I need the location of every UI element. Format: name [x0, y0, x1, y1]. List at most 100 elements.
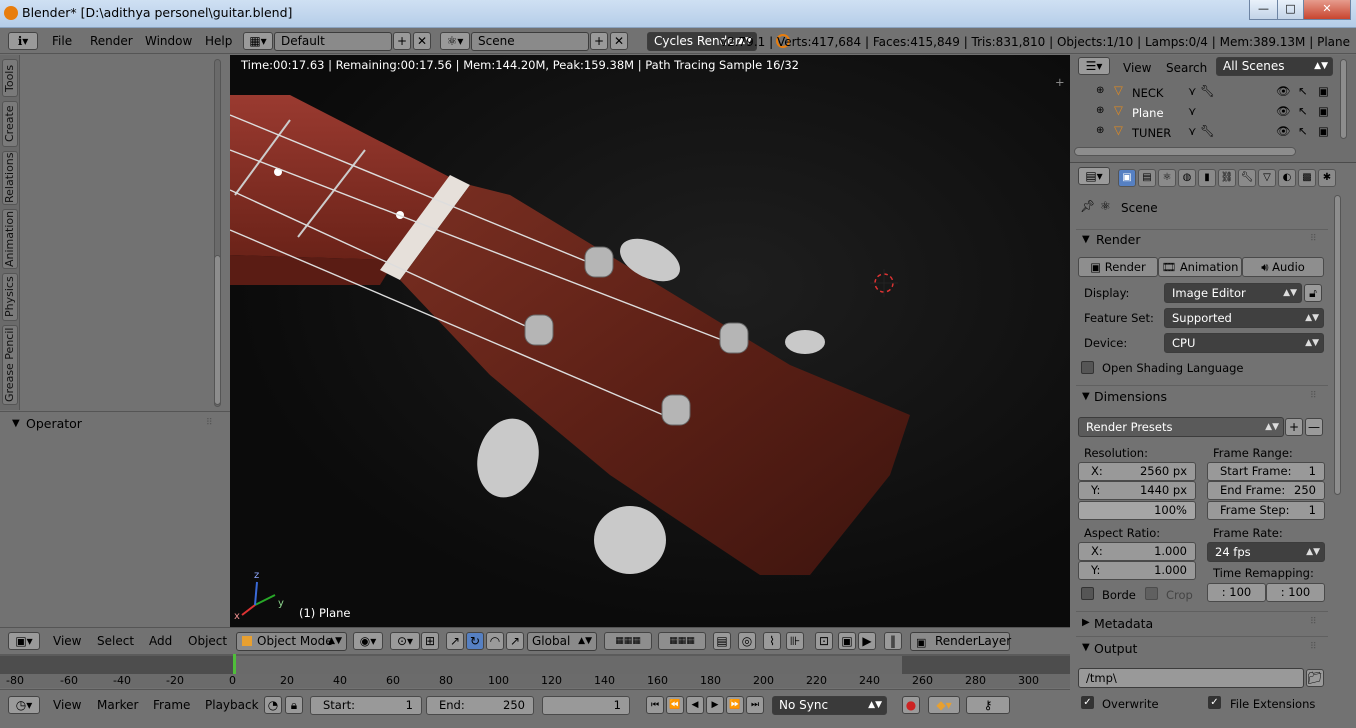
overwrite-checkbox[interactable]: ✓ [1081, 696, 1094, 709]
material-tab-icon[interactable]: ◐ [1278, 169, 1296, 187]
remove-layout-icon[interactable]: ✕ [413, 32, 431, 50]
preview-range-icon[interactable]: ◔ [264, 696, 282, 714]
render-section-header[interactable]: ▼ Render ⠿ [1076, 229, 1328, 253]
resolution-percent-field[interactable]: 100% [1078, 501, 1196, 520]
tab-create[interactable]: Create [2, 101, 18, 147]
crop-checkbox[interactable] [1145, 587, 1158, 600]
operator-panel-title[interactable]: Operator [26, 416, 82, 431]
pin-icon[interactable]: 📌︎ [1080, 199, 1095, 213]
render-presets-select[interactable]: Render Presets ▲▼ [1078, 417, 1284, 437]
outliner-menu-view[interactable]: View [1123, 61, 1151, 75]
menu-frame[interactable]: Frame [153, 698, 190, 712]
render-layer-field[interactable]: ▣ RenderLayer [910, 632, 1011, 651]
data-tab-icon[interactable]: ▽ [1258, 169, 1276, 187]
file-browser-icon[interactable]: 📁︎ [1306, 669, 1324, 687]
display-select[interactable]: Image Editor ▲▼ [1164, 283, 1302, 303]
close-button[interactable]: ✕ [1303, 0, 1351, 20]
output-section-header[interactable]: ▼ Output ⠿ [1076, 636, 1328, 660]
outliner-row-plane[interactable]: ⊕ ▽ Plane ⋎ 👁︎ ↖ ▣ [1070, 103, 1340, 123]
snap-toggle-icon[interactable]: ⌇ [763, 632, 781, 650]
world-tab-icon[interactable]: ◍ [1178, 169, 1196, 187]
remap-new-field[interactable]: : 100 [1266, 583, 1325, 602]
selectable-arrow-icon[interactable]: ↖ [1298, 104, 1308, 118]
device-select[interactable]: CPU ▲▼ [1164, 333, 1324, 353]
current-frame-field[interactable]: 1 [542, 696, 630, 715]
end-frame-field[interactable]: End: 250 [426, 696, 534, 715]
metadata-section-header[interactable]: ▶ Metadata ⠿ [1076, 611, 1328, 635]
outliner-row-tuner[interactable]: ⊕ ▽ TUNER ⋎ 🔧︎ 👁︎ ↖ ▣ [1070, 123, 1340, 143]
frame-rate-select[interactable]: 24 fps ▲▼ [1207, 542, 1325, 562]
layers-grid-1-icon[interactable]: ▦▦▦ [604, 632, 652, 650]
expand-icon[interactable]: ⊕ [1096, 125, 1104, 136]
tab-tools[interactable]: Tools [2, 59, 18, 97]
menu-view[interactable]: View [53, 634, 81, 648]
jump-keyframe-forward-icon[interactable]: ⏩ [726, 696, 744, 714]
animation-button[interactable]: 🎞︎ Animation [1158, 257, 1242, 277]
maximize-button[interactable]: □ [1277, 0, 1304, 20]
snap-target-icon[interactable]: ⊡ [815, 632, 833, 650]
menu-playback[interactable]: Playback [205, 698, 259, 712]
editor-type-timeline-icon[interactable]: ◷▾ [8, 696, 40, 714]
add-preset-icon[interactable]: + [1285, 418, 1303, 436]
resolution-x-field[interactable]: X: 2560 px [1078, 462, 1196, 481]
selectable-arrow-icon[interactable]: ↖ [1298, 124, 1308, 138]
panel-drag-grip-icon[interactable]: ⠿ [1310, 617, 1317, 627]
object-mode-select[interactable]: Object Mode ▲▼ [236, 632, 347, 651]
menu-help[interactable]: Help [205, 34, 232, 48]
menu-render[interactable]: Render [90, 34, 133, 48]
play-icon[interactable]: ▶ [706, 696, 724, 714]
render-tab-icon[interactable]: ▣ [1118, 169, 1136, 187]
timeline[interactable]: -80 -60 -40 -20 0 20 40 60 80 100 120 14… [0, 654, 1070, 688]
osl-checkbox[interactable] [1081, 361, 1094, 374]
editor-type-info-icon[interactable]: ℹ▾ [8, 32, 38, 50]
frame-step-field[interactable]: Frame Step: 1 [1207, 501, 1325, 520]
pivot-point-icon[interactable]: ⊙▾ [390, 632, 420, 650]
manipulator-toggle-icon[interactable]: ⊞ [421, 632, 439, 650]
properties-scrollbar[interactable] [1334, 195, 1341, 495]
sync-mode-select[interactable]: No Sync ▲▼ [772, 696, 887, 715]
tab-grease-pencil[interactable]: Grease Pencil [2, 325, 18, 405]
editor-type-outliner-icon[interactable]: ☰▾ [1078, 57, 1110, 75]
end-frame-field[interactable]: End Frame: 250 [1207, 481, 1325, 500]
scene-field[interactable]: Scene [471, 32, 589, 51]
add-layout-icon[interactable]: + [393, 32, 411, 50]
selectable-arrow-icon[interactable]: ↖ [1298, 84, 1308, 98]
tab-animation[interactable]: Animation [2, 209, 18, 269]
jump-keyframe-back-icon[interactable]: ⏪ [666, 696, 684, 714]
render-still-icon[interactable]: ▣ [838, 632, 856, 650]
scene-icon[interactable]: ⚛▾ [440, 32, 470, 50]
panel-drag-grip-icon[interactable]: ⠿ [1310, 234, 1317, 244]
outliner-menu-search[interactable]: Search [1166, 61, 1207, 75]
dimensions-section-header[interactable]: ▼ Dimensions ⠿ [1076, 385, 1328, 409]
outliner-item-label[interactable]: TUNER [1132, 126, 1171, 140]
outliner-filter-select[interactable]: All Scenes ▲▼ [1216, 57, 1333, 76]
expand-icon[interactable]: ⊕ [1096, 85, 1104, 96]
constraints-tab-icon[interactable]: ⛓ [1218, 169, 1236, 187]
panel-drag-grip-icon[interactable]: ⠿ [1310, 391, 1317, 401]
keying-set-icon[interactable]: ◆▾ [928, 696, 960, 714]
jump-start-icon[interactable]: ⏮ [646, 696, 664, 714]
remove-preset-icon[interactable]: — [1305, 418, 1323, 436]
outliner-item-label[interactable]: NECK [1132, 86, 1163, 100]
jump-end-icon[interactable]: ⏭ [746, 696, 764, 714]
renderable-camera-icon[interactable]: ▣ [1318, 84, 1329, 98]
layers-grid-2-icon[interactable]: ▦▦▦ [658, 632, 706, 650]
object-tab-icon[interactable]: ▮ [1198, 169, 1216, 187]
menu-view[interactable]: View [53, 698, 81, 712]
3d-viewport[interactable]: Time:00:17.63 | Remaining:00:17.56 | Mem… [230, 55, 1070, 627]
modifiers-tab-icon[interactable]: 🔧︎ [1238, 169, 1256, 187]
screen-layout-icon[interactable]: ▦▾ [243, 32, 273, 50]
lock-camera-icon[interactable]: ▤ [713, 632, 731, 650]
tool-shelf-scroll-thumb[interactable] [214, 255, 221, 405]
keyframe-insert-icon[interactable]: ⚷ [966, 696, 1010, 714]
renderable-camera-icon[interactable]: ▣ [1318, 124, 1329, 138]
editor-type-3d-icon[interactable]: ▣▾ [8, 632, 40, 650]
screen-layout-field[interactable]: Default [274, 32, 392, 51]
record-icon[interactable]: ● [902, 696, 920, 714]
3d-cursor-icon[interactable] [870, 269, 898, 297]
minimize-button[interactable]: — [1249, 0, 1278, 20]
viewport-shading-icon[interactable]: ◉▾ [353, 632, 383, 650]
panel-drag-grip-icon[interactable]: ⠿ [1310, 642, 1317, 652]
proportional-edit-icon[interactable]: ◎ [738, 632, 756, 650]
tab-relations[interactable]: Relations [2, 151, 18, 205]
